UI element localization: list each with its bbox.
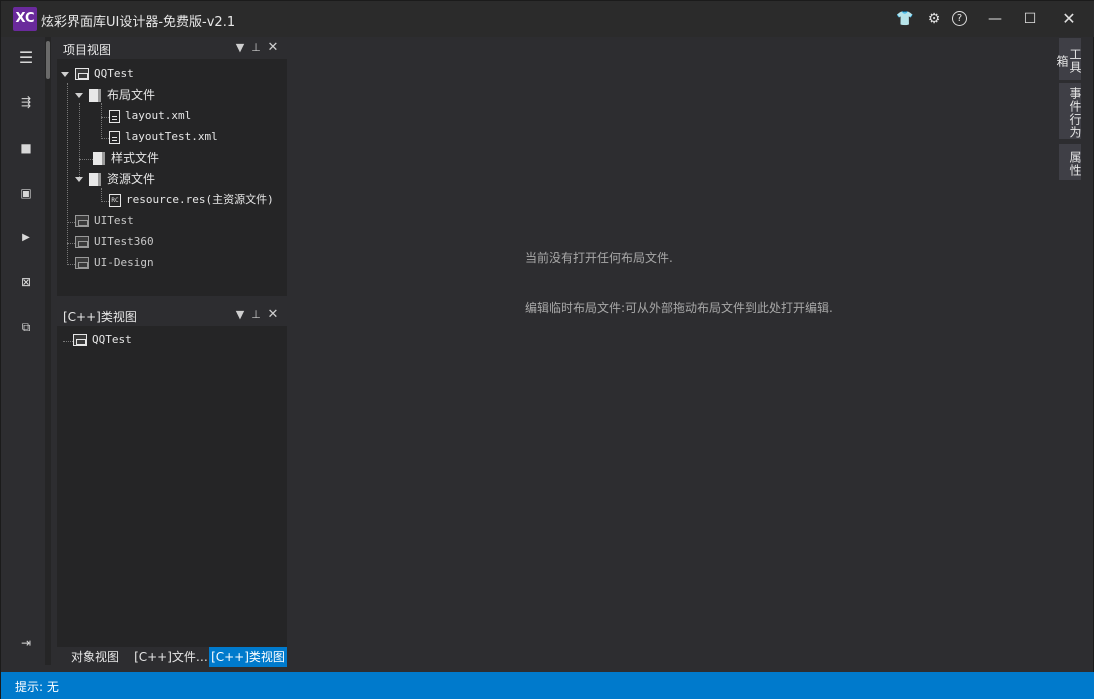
tree-item-layout-folder[interactable]: 布局文件 (75, 85, 155, 105)
tree-item-label: UI-Design (94, 256, 154, 269)
help-icon: ? (956, 13, 963, 24)
window-title: 炫彩界面库UI设计器-免费版-v2.1 (41, 15, 236, 30)
skin-icon: 👕 (896, 11, 914, 27)
drag-hint-message: 编辑临时布局文件:可从外部拖动布局文件到此处打开编辑. (525, 301, 833, 315)
export-icon[interactable]: ⧉ (17, 318, 35, 336)
tree-item-class[interactable]: QQTest (73, 330, 132, 350)
tree-item-project[interactable]: UITest (75, 211, 134, 231)
project-icon (75, 257, 89, 269)
expand-arrow-icon[interactable] (75, 177, 83, 182)
folder-icon (93, 152, 105, 165)
close-panel-icon[interactable]: ✕ (266, 40, 280, 56)
save-all-icon[interactable]: ▣ (17, 184, 35, 202)
status-text: 提示: 无 (15, 680, 59, 694)
tree-item-file[interactable]: RC resource.res(主资源文件) (109, 190, 274, 210)
close-button[interactable]: ✕ (1058, 8, 1080, 30)
tree-item-label: resource.res(主资源文件) (126, 193, 274, 206)
toolbox-tab[interactable]: 工具箱 (1055, 38, 1082, 80)
class-panel-title: [C++]类视图 (63, 310, 137, 324)
expand-arrow-icon[interactable] (75, 93, 83, 98)
status-bar: 提示: 无 (1, 672, 1094, 699)
tree-item-style-folder[interactable]: 样式文件 (93, 148, 159, 168)
minimize-button[interactable]: — (984, 8, 1006, 30)
tree-item-label: 布局文件 (107, 88, 156, 102)
folder-icon (89, 173, 101, 186)
tree-item-project[interactable]: QQTest (61, 64, 134, 84)
tree-item-label: UITest (94, 214, 134, 227)
tree-line (101, 138, 109, 139)
project-panel-title: 项目视图 (63, 43, 112, 57)
tree-line (101, 117, 109, 118)
tree-line (67, 264, 75, 265)
tree-line (67, 243, 75, 244)
maximize-button[interactable]: ☐ (1019, 8, 1041, 30)
tab-object-view[interactable]: 对象视图 (57, 647, 133, 667)
project-icon (75, 236, 89, 248)
tree-item-project[interactable]: UITest360 (75, 232, 154, 252)
tree-line (101, 103, 102, 139)
app-window: XC 炫彩界面库UI设计器-免费版-v2.1 👕 ⚙ ? — ☐ ✕ ☰ ⇶ ■… (0, 0, 1094, 699)
run-preview-icon[interactable]: ▶ (17, 229, 35, 247)
tree-line (101, 188, 102, 202)
save-icon[interactable]: ■ (17, 139, 35, 157)
maximize-icon: ☐ (1023, 11, 1037, 27)
tree-item-label: layoutTest.xml (125, 130, 218, 143)
collapse-panel-icon[interactable]: ⇥ (17, 634, 35, 652)
dropdown-icon[interactable]: ▼ (233, 307, 247, 323)
help-button[interactable]: ? (952, 11, 967, 26)
new-file-icon[interactable]: ⇶ (17, 93, 35, 111)
tree-item-label: 样式文件 (111, 151, 160, 165)
toolbar-scroll-thumb[interactable] (46, 41, 50, 79)
project-panel-header: 项目视图 ▼ ⊥ ✕ (57, 37, 287, 59)
res-file-icon: RC (109, 193, 121, 207)
properties-tab[interactable]: 属性 (1059, 144, 1082, 180)
tree-item-label: 资源文件 (107, 172, 156, 186)
project-icon (75, 215, 89, 227)
pin-icon[interactable]: ⊥ (249, 307, 263, 323)
tree-line (101, 201, 109, 202)
class-panel-header: [C++]类视图 ▼ ⊥ ✕ (57, 304, 287, 326)
resource-icon[interactable]: ⊠ (17, 273, 35, 291)
tree-item-label: UITest360 (94, 235, 154, 248)
event-behavior-tab[interactable]: 事件行为 (1059, 83, 1082, 139)
xml-file-icon (109, 109, 120, 123)
toolbar-scroll-track[interactable] (45, 37, 51, 665)
xml-file-icon (109, 130, 120, 144)
tree-line (63, 341, 73, 342)
tree-item-resource-folder[interactable]: 资源文件 (75, 169, 155, 189)
tree-line (79, 159, 93, 160)
close-icon: ✕ (1062, 9, 1076, 28)
class-icon (73, 334, 87, 346)
tree-item-label: QQTest (94, 67, 134, 80)
pin-icon[interactable]: ⊥ (249, 40, 263, 56)
dropdown-icon[interactable]: ▼ (233, 40, 247, 56)
editor-area[interactable]: 当前没有打开任何布局文件. 编辑临时布局文件:可从外部拖动布局文件到此处打开编辑… (293, 37, 1058, 665)
left-toolbar: ☰ ⇶ ■ ▣ ▶ ⊠ ⧉ ⇥ (5, 37, 45, 665)
class-panel: [C++]类视图 ▼ ⊥ ✕ QQTest (57, 304, 287, 647)
settings-icon: ⚙ (927, 11, 941, 27)
skin-button[interactable]: 👕 (894, 8, 916, 30)
tab-cpp-files[interactable]: [C++]文件… (133, 647, 209, 667)
settings-button[interactable]: ⚙ (923, 8, 945, 30)
tab-cpp-class-view[interactable]: [C++]类视图 (209, 647, 287, 667)
project-panel: 项目视图 ▼ ⊥ ✕ QQTest 布局文件 layout.xml layout… (57, 37, 287, 296)
tree-item-file[interactable]: layoutTest.xml (109, 127, 218, 147)
project-icon (75, 68, 89, 80)
tree-item-label: layout.xml (125, 109, 192, 122)
title-bar[interactable]: XC 炫彩界面库UI设计器-免费版-v2.1 👕 ⚙ ? — ☐ ✕ (1, 1, 1094, 37)
tree-line (67, 222, 75, 223)
tree-item-project[interactable]: UI-Design (75, 253, 154, 273)
close-panel-icon[interactable]: ✕ (266, 307, 280, 323)
menu-icon[interactable]: ☰ (17, 49, 35, 67)
no-file-message: 当前没有打开任何布局文件. (525, 251, 673, 265)
tree-item-file[interactable]: layout.xml (109, 106, 191, 126)
expand-arrow-icon[interactable] (61, 71, 69, 77)
app-logo: XC (13, 7, 37, 31)
tree-line (67, 83, 68, 265)
folder-icon (89, 89, 101, 102)
tree-item-label: QQTest (92, 333, 132, 346)
minimize-icon: — (988, 11, 1002, 27)
panel-tab-bar: 对象视图 [C++]文件… [C++]类视图 (57, 647, 287, 667)
